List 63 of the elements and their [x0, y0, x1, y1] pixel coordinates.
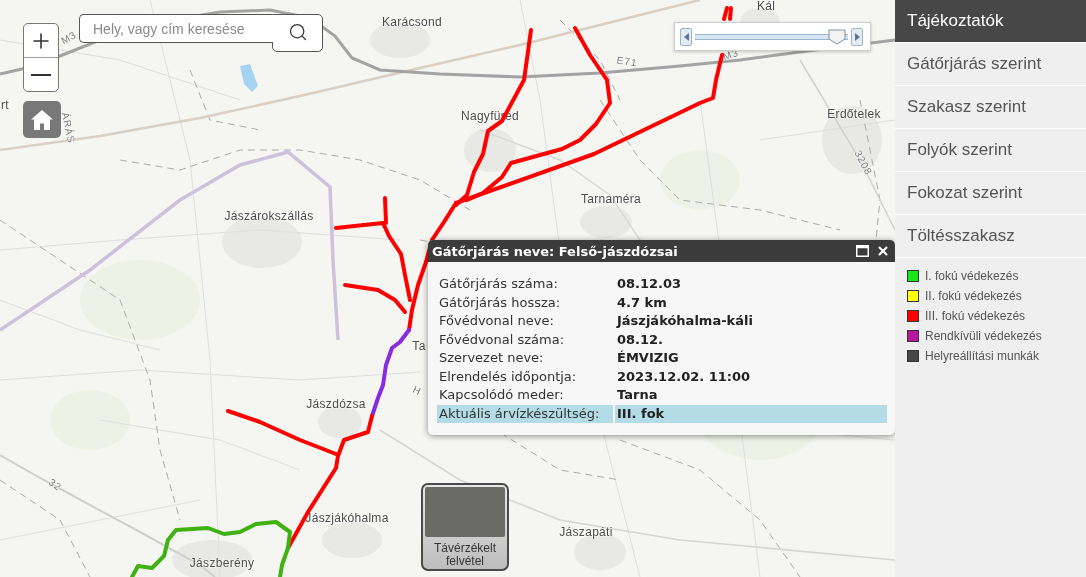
close-icon: [876, 244, 890, 258]
place-label: Jászdózsa: [306, 398, 366, 410]
place-label: rt: [1, 99, 9, 111]
lake: [240, 64, 258, 92]
field-value: Tarna: [616, 386, 659, 404]
road-label: 32: [46, 477, 64, 493]
field-label: Szervezet neve:: [438, 349, 545, 367]
legend-label: I. fokú védekezés: [925, 270, 1019, 282]
field-label: Aktuális árvízkészültség:: [437, 404, 613, 423]
field-label: Elrendelés időpontja:: [438, 367, 578, 386]
road-label: E71: [616, 55, 638, 69]
maximize-icon: [856, 245, 869, 257]
place-label: Jászárokszállás: [224, 210, 314, 222]
settlement-area: [318, 406, 362, 438]
search-icon: [287, 22, 308, 42]
place-label: Kál: [756, 0, 776, 12]
next-button[interactable]: [851, 27, 863, 46]
place-label: Erdőtelek: [827, 108, 881, 120]
field-value: 2023.12.02. 11:00: [616, 367, 752, 386]
triangle-left-icon: [683, 32, 689, 41]
field-value: 08.12.03: [616, 275, 683, 293]
slider-thumb[interactable]: [828, 28, 847, 45]
settlement-area: [580, 206, 632, 238]
road-label: H: [411, 384, 423, 398]
place-label: Jászberény: [189, 557, 255, 569]
close-button[interactable]: [876, 244, 890, 258]
field-value: 08.12.: [616, 330, 665, 349]
imagery-toggle-button[interactable]: Távérzékelt felvétel: [421, 483, 509, 571]
field-label: Fővédvonal neve:: [438, 312, 555, 330]
legend-label: Helyreállítási munkák: [925, 350, 1040, 362]
home-icon: [31, 109, 53, 130]
minus-icon: [31, 73, 51, 76]
levee-line: [722, 6, 733, 21]
home-button[interactable]: [23, 101, 61, 138]
place-label: Tarnaméra: [580, 193, 642, 205]
sidebar-item[interactable]: Tájékoztatók: [895, 0, 1086, 43]
field-label: Gátőrjárás száma:: [438, 275, 559, 293]
road-label: 3208: [852, 149, 874, 177]
field-label: Fővédvonal száma:: [438, 330, 566, 349]
legend-label: Rendkívüli védekezés: [925, 330, 1042, 342]
place-label: Jászapáti: [559, 526, 613, 538]
search-field[interactable]: Hely, vagy cím keresése: [79, 14, 272, 43]
field-label: Kapcsolódó meder:: [438, 386, 565, 404]
place-label: Jászjákóhalma: [305, 512, 389, 524]
field-label: Gátőrjárás hossza:: [438, 293, 562, 312]
popup-title: Gátőrjárás neve: Felső-jászdózsai: [432, 244, 678, 258]
legend-label: II. fokú védekezés: [925, 290, 1022, 302]
triangle-right-icon: [854, 32, 860, 41]
field-value: 4.7 km: [616, 293, 668, 312]
search-button[interactable]: [272, 14, 323, 52]
road-label: ÁRÁS: [59, 111, 77, 145]
field-value: ÉMVIZIG: [616, 349, 680, 367]
field-value: III. fok: [615, 404, 887, 423]
previous-button[interactable]: [680, 27, 692, 46]
maximize-button[interactable]: [856, 244, 869, 258]
settlement-area: [464, 128, 516, 172]
place-label: Ta: [412, 340, 426, 352]
settlement-area: [822, 106, 882, 174]
boundary-line: [189, 69, 261, 131]
field-value: Jászjákóhalma-káli: [615, 312, 754, 330]
legend-label: III. fokú védekezés: [925, 310, 1026, 322]
place-label: Karácsond: [381, 16, 443, 28]
road-label: M3: [59, 29, 79, 47]
